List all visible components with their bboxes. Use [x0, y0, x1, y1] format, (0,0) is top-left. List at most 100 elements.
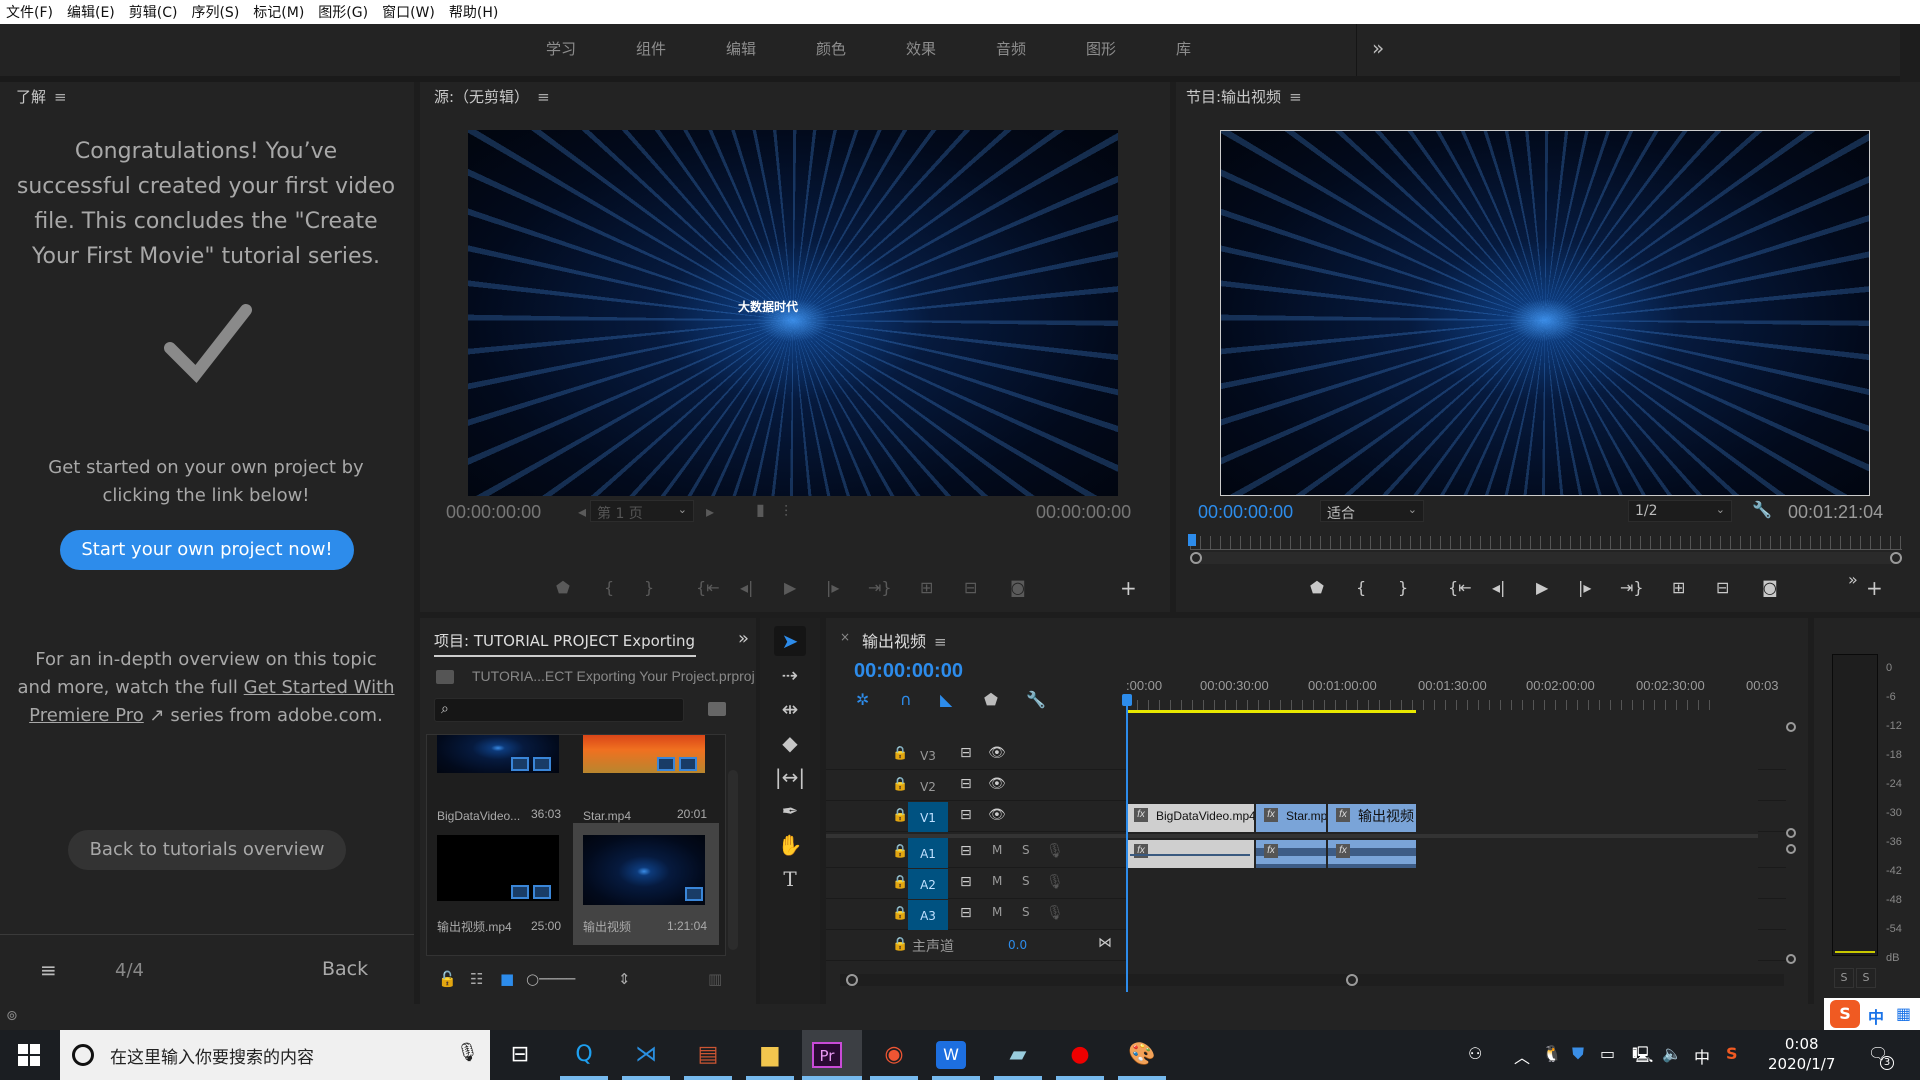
insert-icon[interactable]: ⊞: [920, 578, 933, 597]
back-to-tutorials-button[interactable]: Back to tutorials overview: [68, 830, 346, 870]
lock-icon[interactable]: 🔒: [892, 875, 908, 890]
track-select-tool-icon[interactable]: ⇢: [774, 660, 806, 690]
project-item[interactable]: BigDataVideo... 36:03: [427, 735, 573, 833]
page-select[interactable]: 第 1 页 ⌄: [590, 500, 694, 522]
paint-icon[interactable]: 🎨: [1122, 1038, 1162, 1072]
work-area-bar[interactable]: [1126, 710, 1416, 713]
workspace-tab-editing[interactable]: 编辑: [726, 38, 756, 59]
chrome-icon[interactable]: ◉: [874, 1038, 914, 1072]
scroll-handle[interactable]: [1786, 844, 1796, 854]
playhead[interactable]: [1188, 534, 1196, 546]
scroll-handle[interactable]: [1786, 828, 1796, 838]
timeline-timecode[interactable]: 00:00:00:00: [854, 660, 963, 683]
panel-menu-icon[interactable]: ≡: [1289, 88, 1302, 106]
project-item-selected[interactable]: 输出视频 1:21:04: [573, 823, 719, 945]
lock-icon[interactable]: 🔒: [892, 746, 908, 761]
sync-lock-icon[interactable]: ⊟: [960, 905, 972, 921]
playhead-handle[interactable]: [1122, 694, 1132, 706]
task-view-icon[interactable]: ⊟: [500, 1038, 540, 1072]
mark-out-icon[interactable]: }: [644, 578, 654, 597]
qq-tray-icon[interactable]: 🐧: [1542, 1044, 1562, 1063]
workspace-tab-audio[interactable]: 音频: [996, 38, 1026, 59]
menu-file[interactable]: 文件(F): [6, 2, 53, 22]
project-panel-title[interactable]: 项目: TUTORIAL PROJECT Exporting Your Pr: [434, 630, 696, 657]
people-icon[interactable]: ⚇: [1468, 1044, 1482, 1063]
system-clock[interactable]: 0:08 2020/1/7: [1768, 1034, 1835, 1074]
microphone-icon[interactable]: 🎙: [1046, 905, 1064, 921]
sync-lock-icon[interactable]: ⊟: [960, 776, 972, 792]
panel-menu-icon[interactable]: ≡: [934, 633, 947, 651]
audio-clip-star[interactable]: fx: [1256, 840, 1326, 868]
project-search-input[interactable]: ⌕: [434, 698, 684, 722]
zoom-slider[interactable]: ○────: [526, 970, 575, 988]
premiere-pro-icon[interactable]: Pr: [812, 1042, 842, 1068]
windows-start-icon[interactable]: [18, 1044, 40, 1066]
mark-in-icon[interactable]: {: [604, 578, 614, 597]
sequence-title[interactable]: 输出视频 ≡: [862, 628, 947, 652]
slip-tool-icon[interactable]: |↔|: [774, 762, 806, 792]
program-timecode[interactable]: 00:00:00:00: [1198, 502, 1293, 523]
scroll-handle-left[interactable]: [846, 974, 858, 986]
go-to-in-icon[interactable]: {⇤: [1448, 578, 1472, 597]
back-button[interactable]: Back: [322, 958, 368, 980]
microphone-icon[interactable]: 🎙: [1046, 874, 1064, 890]
scroll-handle[interactable]: [1786, 722, 1796, 732]
mute-button[interactable]: M: [992, 843, 1002, 857]
sogou-tray-icon[interactable]: S: [1726, 1044, 1738, 1063]
mute-button[interactable]: M: [992, 874, 1002, 888]
security-tray-icon[interactable]: ⛊: [1572, 1044, 1584, 1064]
sync-lock-icon[interactable]: ⊟: [960, 843, 972, 859]
notepad-icon[interactable]: ▰: [998, 1038, 1038, 1072]
project-scrollbar[interactable]: [728, 770, 738, 950]
find-bin-icon[interactable]: [708, 702, 726, 716]
step-forward-icon[interactable]: |▸: [1578, 578, 1591, 597]
hand-tool-icon[interactable]: ✋: [774, 830, 806, 860]
go-to-out-icon[interactable]: ⇥}: [1620, 578, 1644, 597]
lock-icon[interactable]: 🔒: [892, 777, 908, 792]
overwrite-icon[interactable]: ⊟: [964, 578, 977, 597]
export-frame-icon[interactable]: ◙: [1010, 578, 1026, 597]
folder-up-icon[interactable]: [436, 670, 454, 684]
panel-menu-icon[interactable]: ≡: [537, 88, 550, 106]
sogou-icon[interactable]: S: [1830, 1000, 1860, 1028]
add-button-icon[interactable]: +: [1866, 576, 1883, 600]
qq-browser-icon[interactable]: Q: [564, 1038, 604, 1072]
extract-icon[interactable]: ⊟: [1716, 578, 1729, 597]
wps-icon[interactable]: W: [936, 1041, 966, 1069]
track-label[interactable]: A3: [908, 900, 948, 930]
timeline-horizontal-scrollbar[interactable]: [840, 974, 1784, 986]
eye-icon[interactable]: 👁: [988, 807, 1006, 823]
scroll-handle-left[interactable]: [1190, 552, 1202, 564]
lock-icon[interactable]: 🔒: [892, 937, 908, 952]
play-icon[interactable]: ▶: [784, 578, 796, 597]
menu-window[interactable]: 窗口(W): [382, 2, 435, 22]
menu-graphics[interactable]: 图形(G): [318, 2, 368, 22]
volume-icon[interactable]: 🔈: [1662, 1044, 1682, 1063]
track-label[interactable]: A2: [908, 869, 948, 899]
wrench-icon[interactable]: 🔧: [1752, 500, 1772, 519]
project-item[interactable]: 输出视频.mp4 25:00: [427, 833, 573, 945]
drag-audio-icon[interactable]: ⫶: [784, 502, 788, 522]
input-language[interactable]: 中: [1694, 1044, 1710, 1068]
add-marker-icon[interactable]: ⬟: [556, 578, 570, 597]
eye-icon[interactable]: 👁: [988, 776, 1006, 792]
track-area[interactable]: [1126, 869, 1758, 899]
track-area[interactable]: fx fx fx: [1126, 838, 1758, 868]
scroll-handle-right[interactable]: [1346, 974, 1358, 986]
automate-icon[interactable]: ▥: [708, 970, 722, 988]
clip-bigdatavideo[interactable]: fx BigDataVideo.mp4: [1126, 804, 1254, 832]
menu-sequence[interactable]: 序列(S): [191, 2, 239, 22]
audio-clip-bigdatavideo[interactable]: fx: [1126, 840, 1254, 868]
start-project-button[interactable]: Start your own project now!: [60, 530, 354, 570]
track-area[interactable]: [1126, 771, 1758, 801]
sort-icon[interactable]: ⇕: [618, 970, 631, 988]
vscode-icon[interactable]: ⋊: [626, 1038, 666, 1072]
timeline-playhead[interactable]: [1126, 696, 1128, 992]
more-buttons-icon[interactable]: »: [1848, 570, 1858, 589]
creative-cloud-icon[interactable]: ⊚: [6, 1008, 18, 1024]
mark-out-icon[interactable]: }: [1398, 578, 1408, 597]
add-marker-icon[interactable]: ⬟: [1310, 578, 1324, 597]
lift-icon[interactable]: ⊞: [1672, 578, 1685, 597]
clip-star[interactable]: fx Star.mp4: [1256, 804, 1326, 832]
lock-icon[interactable]: 🔓: [438, 970, 457, 988]
